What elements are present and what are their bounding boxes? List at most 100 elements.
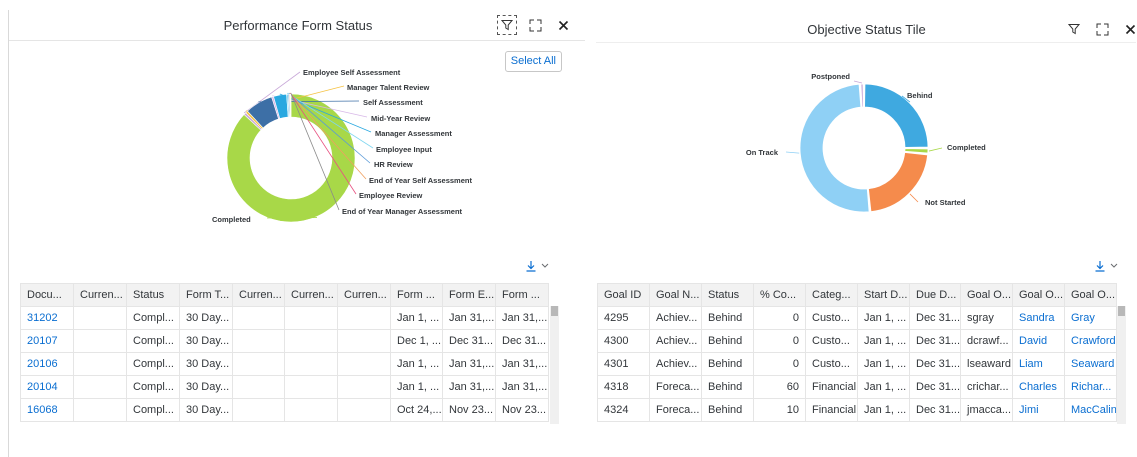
cell-link[interactable]: Jimi [1012, 398, 1065, 422]
column-header[interactable]: Curren... [284, 283, 338, 307]
table-row[interactable]: 4318 Foreca... Behind 60 Financial Jan 1, ...… [597, 375, 1117, 399]
table-cell [337, 352, 391, 376]
column-header[interactable]: Curren... [73, 283, 127, 307]
column-header[interactable]: Goal O... [1012, 283, 1065, 307]
table-cell: Compl... [126, 352, 180, 376]
table-cell: sgray [960, 306, 1013, 330]
scrollbar-thumb[interactable] [1118, 306, 1125, 316]
cell-link[interactable]: Seaward [1064, 352, 1117, 376]
table-cell: Custo... [805, 329, 858, 353]
cell-link[interactable]: Richar... [1064, 375, 1117, 399]
table-cell: Achiev... [649, 306, 702, 330]
filter-icon[interactable] [1064, 19, 1084, 39]
scrollbar-thumb[interactable] [551, 306, 558, 316]
table-row[interactable]: 20107 Compl... 30 Day... Dec 1, ... Dec 31..… [20, 329, 549, 353]
table-cell: 60 [753, 375, 806, 399]
cell-link[interactable]: Sandra [1012, 306, 1065, 330]
column-header[interactable]: Start D... [857, 283, 910, 307]
table-row[interactable]: 16068 Compl... 30 Day... Oct 24,... Nov 23..… [20, 398, 549, 422]
table-cell: Foreca... [649, 375, 702, 399]
performance-donut-chart[interactable]: Completed Employee Self Assessment Manager… [9, 50, 587, 240]
cell-link[interactable]: David [1012, 329, 1065, 353]
download-button[interactable] [525, 260, 549, 272]
table-row[interactable]: 4324 Foreca... Behind 10 Financial Jan 1, ...… [597, 398, 1117, 422]
table-cell: Behind [701, 375, 754, 399]
column-header[interactable]: Goal O... [960, 283, 1013, 307]
table-scrollbar[interactable] [550, 306, 559, 424]
table-cell: jmacca... [960, 398, 1013, 422]
objective-table: Goal ID Goal N... Status% Co... Categ... Sta… [597, 283, 1117, 422]
expand-icon[interactable] [525, 15, 545, 35]
slice-completed[interactable] [904, 148, 929, 154]
table-cell: Jan 31,... [495, 352, 549, 376]
cell-link[interactable]: Crawford [1064, 329, 1117, 353]
table-cell: 4295 [597, 306, 650, 330]
cell-link[interactable]: 20104 [20, 375, 74, 399]
column-header[interactable]: Curren... [337, 283, 391, 307]
column-header[interactable]: Categ... [805, 283, 858, 307]
table-cell [232, 352, 285, 376]
table-cell: Jan 1, ... [857, 398, 910, 422]
download-button[interactable] [1094, 260, 1118, 272]
column-header[interactable]: Goal N... [649, 283, 702, 307]
table-cell: Compl... [126, 329, 180, 353]
table-cell [284, 398, 338, 422]
header-divider [9, 40, 585, 41]
close-icon[interactable] [1120, 19, 1137, 39]
expand-icon[interactable] [1092, 19, 1112, 39]
slice-not-started[interactable] [868, 152, 929, 213]
slice-on-track[interactable] [799, 83, 870, 213]
column-header[interactable]: % Co... [753, 283, 806, 307]
column-header[interactable]: Form T... [179, 283, 233, 307]
column-header[interactable]: Form E... [442, 283, 496, 307]
cell-link[interactable]: Liam [1012, 352, 1065, 376]
chevron-down-icon [541, 263, 549, 268]
table-cell: Jan 1, ... [857, 375, 910, 399]
cell-link[interactable]: Gray [1064, 306, 1117, 330]
column-header[interactable]: Status [126, 283, 180, 307]
column-header[interactable]: Status [701, 283, 754, 307]
column-header[interactable]: Goal ID [597, 283, 650, 307]
table-cell: Behind [701, 398, 754, 422]
table-cell [232, 375, 285, 399]
column-header[interactable]: Due D... [909, 283, 961, 307]
table-cell: 0 [753, 352, 806, 376]
table-cell: Dec 31... [909, 329, 961, 353]
column-header[interactable]: Goal O... [1064, 283, 1117, 307]
column-header[interactable]: Form ... [390, 283, 443, 307]
table-row[interactable]: 20106 Compl... 30 Day... Jan 1, ... Jan 31,.… [20, 352, 549, 376]
table-cell: 0 [753, 329, 806, 353]
objective-status-tile-panel: Objective Status Tile Behind Completed Not… [596, 10, 1137, 457]
cell-link[interactable]: 20107 [20, 329, 74, 353]
slice-postponed[interactable] [860, 83, 864, 108]
cell-link[interactable]: Charles [1012, 375, 1065, 399]
cell-link[interactable]: 20106 [20, 352, 74, 376]
close-icon[interactable] [553, 15, 573, 35]
table-cell: 30 Day... [179, 352, 233, 376]
slice-label-hr-review: HR Review [374, 160, 413, 169]
cell-link[interactable]: 31202 [20, 306, 74, 330]
table-cell: Compl... [126, 398, 180, 422]
table-cell: Jan 1, ... [857, 329, 910, 353]
column-header[interactable]: Docu... [20, 283, 74, 307]
table-scrollbar[interactable] [1117, 306, 1126, 424]
cell-link[interactable]: MacCalin [1064, 398, 1117, 422]
table-row[interactable]: 4295 Achiev... Behind 0 Custo... Jan 1, ... De… [597, 306, 1117, 330]
table-cell: Dec 31... [909, 352, 961, 376]
table-cell: Achiev... [649, 329, 702, 353]
table-cell [284, 306, 338, 330]
table-cell: 30 Day... [179, 329, 233, 353]
cell-link[interactable]: 16068 [20, 398, 74, 422]
objective-donut-chart[interactable]: Behind Completed Not Started On Track Postpo… [596, 50, 1137, 240]
column-header[interactable]: Form ... [495, 283, 549, 307]
table-row[interactable]: 20104 Compl... 30 Day... Jan 1, ... Jan 31,.… [20, 375, 549, 399]
table-cell [337, 375, 391, 399]
table-row[interactable]: 4300 Achiev... Behind 0 Custo... Jan 1, ... De… [597, 329, 1117, 353]
table-cell: Financial [805, 398, 858, 422]
column-header[interactable]: Curren... [232, 283, 285, 307]
filter-icon[interactable] [497, 15, 517, 35]
table-row[interactable]: 31202 Compl... 30 Day... Jan 1, ... Jan 31,.… [20, 306, 549, 330]
table-cell [73, 352, 127, 376]
leader-line [853, 80, 863, 84]
table-row[interactable]: 4301 Achiev... Behind 0 Custo... Jan 1, ... De… [597, 352, 1117, 376]
